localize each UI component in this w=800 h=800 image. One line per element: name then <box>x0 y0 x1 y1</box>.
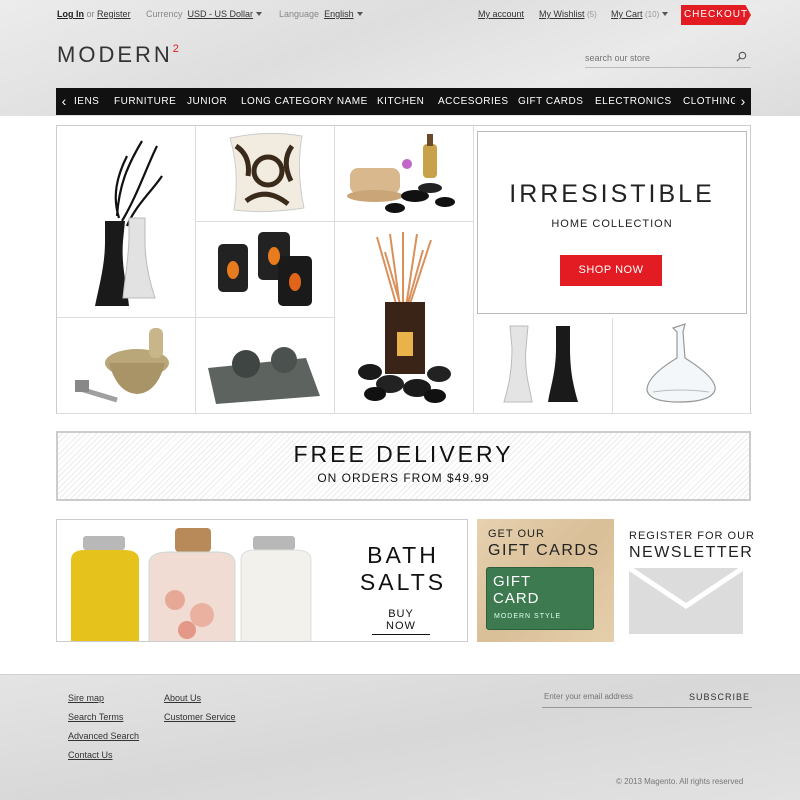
promo-banner: IRRESISTIBLE HOME COLLECTION SHOP NOW <box>477 131 747 314</box>
wishlist-count: (5) <box>587 10 597 19</box>
decanter-image <box>646 323 716 403</box>
newsletter-line1: REGISTER FOR OUR <box>629 530 756 542</box>
gift-card-title: GIFT CARD <box>493 573 540 607</box>
free-delivery-banner: FREE DELIVERY ON ORDERS FROM $49.99 <box>56 431 751 501</box>
product-tile-vases[interactable] <box>57 126 196 318</box>
bath-salts-image <box>71 528 312 641</box>
my-wishlist: My Wishlist (5) <box>539 9 597 19</box>
shop-now-button[interactable]: SHOP NOW <box>560 255 662 286</box>
my-cart-link[interactable]: My Cart <box>611 9 643 19</box>
newsletter-line2: NEWSLETTER <box>629 544 754 561</box>
search-icon[interactable] <box>736 51 747 62</box>
delivery-subtitle: ON ORDERS FROM $49.99 <box>317 471 490 485</box>
nav-item-junior[interactable]: JUNIOR <box>187 88 227 115</box>
checkout-button[interactable]: CHECKOUT <box>681 5 751 25</box>
logo-text: MODERN <box>57 42 173 67</box>
buy-now-link[interactable]: BUY NOW <box>372 608 430 635</box>
shakers-image <box>503 325 578 403</box>
pillow-image <box>229 132 305 213</box>
spa-image <box>347 134 455 213</box>
footer-link-contact-us[interactable]: Contact Us <box>68 750 113 760</box>
stones-image <box>208 347 320 404</box>
bath-salts-line1: BATH <box>367 542 439 568</box>
email-field[interactable] <box>544 692 684 701</box>
nav-scroll-left-icon[interactable]: ‹ <box>56 88 72 115</box>
product-tile-shakers[interactable] <box>474 318 613 414</box>
delivery-title: FREE DELIVERY <box>293 441 514 467</box>
footer-link-advanced-search[interactable]: Advanced Search <box>68 731 139 741</box>
gift-card-line1: GET OUR <box>488 528 545 540</box>
vases-image <box>95 140 163 306</box>
candle-holders-image <box>218 232 312 306</box>
product-tile-reed-diffuser[interactable] <box>335 222 474 414</box>
search-input[interactable] <box>585 49 725 67</box>
search-box <box>585 48 751 68</box>
product-tile-candle-holders[interactable] <box>196 222 335 318</box>
newsletter-form: SUBSCRIBE <box>542 688 752 708</box>
product-tile-decanter[interactable] <box>613 318 752 414</box>
my-account: My account <box>478 9 524 19</box>
or-text: or <box>86 9 95 19</box>
footer-link-customer-service[interactable]: Customer Service <box>164 712 236 722</box>
bath-salts-title: BATH SALTS <box>353 542 453 596</box>
currency-value[interactable]: USD - US Dollar <box>188 9 254 19</box>
language-selector[interactable]: Language English <box>279 9 363 19</box>
footer-link-search-terms[interactable]: Search Terms <box>68 712 123 722</box>
product-tile-stones[interactable] <box>196 318 335 414</box>
subscribe-button[interactable]: SUBSCRIBE <box>689 692 750 702</box>
nav-item-kitchen[interactable]: KITCHEN <box>377 88 424 115</box>
promo-subtitle: HOME COLLECTION <box>551 218 673 230</box>
nav-item-long-category-name[interactable]: LONG CATEGORY NAME <box>241 88 368 115</box>
gift-card-image: GIFT CARD MODERN STYLE <box>486 567 594 630</box>
footer-link-about-us[interactable]: About Us <box>164 693 201 703</box>
shaving-set-image <box>75 328 169 403</box>
chevron-down-icon <box>356 12 363 16</box>
bath-salts-line2: SALTS <box>359 569 447 595</box>
product-grid: IRRESISTIBLE HOME COLLECTION SHOP NOW <box>56 125 752 414</box>
site-logo[interactable]: MODERN2 <box>57 42 179 68</box>
currency-label: Currency <box>146 9 183 19</box>
my-account-link[interactable]: My account <box>478 9 524 19</box>
cart-count: (10) <box>645 10 660 19</box>
nav-scroll-right-icon[interactable]: › <box>735 88 751 115</box>
nav-item-accesories[interactable]: ACCESORIES <box>438 88 509 115</box>
gift-card-subtitle: MODERN STYLE <box>494 613 562 620</box>
gift-card-banner[interactable]: GET OUR GIFT CARDS GIFT CARD MODERN STYL… <box>477 519 614 642</box>
account-links: Log In or Register <box>57 9 131 19</box>
gift-card-line2: GIFT CARDS <box>488 542 600 559</box>
currency-selector[interactable]: Currency USD - US Dollar <box>146 9 263 19</box>
register-link[interactable]: Register <box>97 9 131 19</box>
product-tile-spa[interactable] <box>335 126 474 222</box>
nav-item-electronics[interactable]: ELECTRONICS <box>595 88 672 115</box>
my-wishlist-link[interactable]: My Wishlist <box>539 9 585 19</box>
language-value[interactable]: English <box>324 9 354 19</box>
chevron-down-icon <box>662 12 669 16</box>
envelope-icon[interactable] <box>629 568 743 634</box>
bath-salts-banner[interactable]: BATH SALTS BUY NOW <box>56 519 468 642</box>
main-navigation: ‹ IENS FURNITURE JUNIOR LONG CATEGORY NA… <box>56 88 751 115</box>
nav-item-clothing[interactable]: CLOTHING <box>683 88 739 115</box>
promo-title: IRRESISTIBLE <box>509 180 715 208</box>
copyright: © 2013 Magento. All rights reserved <box>616 777 744 786</box>
nav-item-furniture[interactable]: FURNITURE <box>114 88 176 115</box>
login-link[interactable]: Log In <box>57 9 84 19</box>
product-tile-pillow[interactable] <box>196 126 335 222</box>
reed-diffuser-image <box>358 232 451 403</box>
my-cart[interactable]: My Cart (10) <box>611 9 669 19</box>
footer-link-site-map[interactable]: Sire map <box>68 693 104 703</box>
nav-item-gift-cards[interactable]: GIFT CARDS <box>518 88 583 115</box>
language-label: Language <box>279 9 320 19</box>
nav-item-mens[interactable]: IENS <box>74 88 99 115</box>
chevron-down-icon <box>256 12 263 16</box>
logo-superscript: 2 <box>172 42 179 55</box>
product-tile-shaving-set[interactable] <box>57 318 196 414</box>
